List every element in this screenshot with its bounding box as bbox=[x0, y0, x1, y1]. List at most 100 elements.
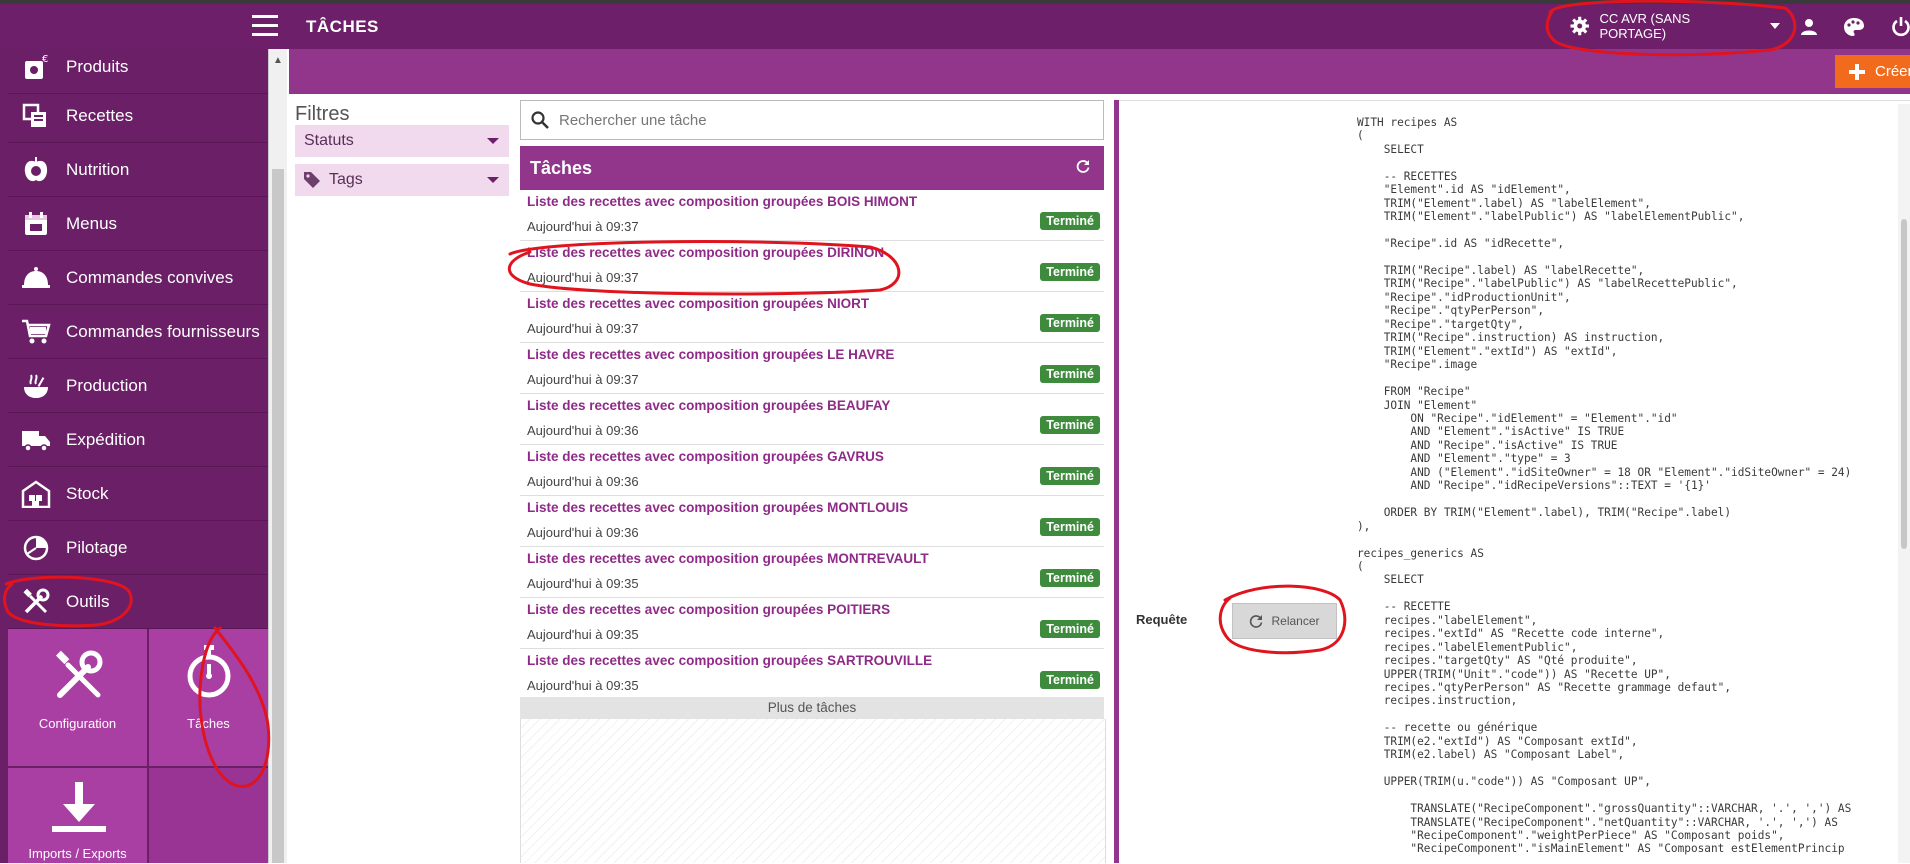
filters-title: Filtres bbox=[295, 103, 350, 125]
sidebar-item-menus[interactable]: Menus bbox=[8, 197, 268, 251]
task-date: Aujourd'hui à 09:36 bbox=[527, 525, 639, 540]
task-row[interactable]: Liste des recettes avec composition grou… bbox=[520, 445, 1104, 496]
tools-icon bbox=[16, 584, 56, 620]
detail-scrollbar[interactable] bbox=[1898, 104, 1910, 863]
sql-query-text: WITH recipes AS ( SELECT -- RECETTES "El… bbox=[1357, 116, 1852, 856]
scrollbar-thumb[interactable] bbox=[272, 169, 284, 863]
task-row[interactable]: Liste des recettes avec composition grou… bbox=[520, 292, 1104, 343]
task-row[interactable]: Liste des recettes avec composition grou… bbox=[520, 547, 1104, 598]
task-title[interactable]: Liste des recettes avec composition grou… bbox=[527, 653, 932, 668]
sidebar-item-commandes-convives[interactable]: Commandes convives bbox=[8, 251, 268, 305]
task-title[interactable]: Liste des recettes avec composition grou… bbox=[527, 500, 908, 515]
task-row[interactable]: Liste des recettes avec composition grou… bbox=[520, 343, 1104, 394]
tasks-header-title: Tâches bbox=[530, 158, 593, 178]
statut-filter-label: Statuts bbox=[304, 132, 354, 149]
relaunch-button[interactable]: Relancer bbox=[1232, 603, 1337, 639]
sidebar-scrollbar[interactable]: ▲ bbox=[268, 49, 287, 863]
create-button-label: Créer bbox=[1875, 63, 1910, 80]
status-badge: Terminé bbox=[1040, 518, 1100, 536]
palette-icon[interactable] bbox=[1843, 17, 1865, 37]
sidebar-item-label: Nutrition bbox=[66, 159, 130, 179]
task-date: Aujourd'hui à 09:37 bbox=[527, 372, 639, 387]
statut-filter-dropdown[interactable]: Statuts bbox=[295, 125, 509, 157]
sidebar-item-commandes-fournisseurs[interactable]: Commandes fournisseurs bbox=[8, 305, 268, 359]
sidebar-item-recettes[interactable]: Recettes bbox=[8, 89, 268, 143]
task-title[interactable]: Liste des recettes avec composition grou… bbox=[527, 449, 884, 464]
refresh-icon[interactable] bbox=[1076, 159, 1090, 173]
task-date: Aujourd'hui à 09:37 bbox=[527, 270, 639, 285]
download-icon bbox=[52, 782, 106, 832]
tile-imports-exports[interactable]: Imports / Exports bbox=[8, 768, 147, 863]
tile-taches[interactable]: Tâches bbox=[149, 629, 268, 766]
task-row[interactable]: Liste des recettes avec composition grou… bbox=[520, 649, 1104, 700]
power-icon[interactable] bbox=[1892, 17, 1910, 37]
task-title[interactable]: Liste des recettes avec composition grou… bbox=[527, 551, 929, 566]
action-bar bbox=[289, 49, 1910, 94]
status-badge: Terminé bbox=[1040, 467, 1100, 485]
sidebar-item-production[interactable]: Production bbox=[8, 359, 268, 413]
status-badge: Terminé bbox=[1040, 620, 1100, 638]
user-icon[interactable] bbox=[1800, 18, 1818, 36]
site-selector-label: CC AVR (SANS PORTAGE) bbox=[1599, 11, 1691, 41]
task-row[interactable]: Liste des recettes avec composition grou… bbox=[520, 496, 1104, 547]
tag-icon bbox=[304, 172, 320, 188]
products-icon: € bbox=[16, 49, 56, 85]
sidebar-item-label: Commandes convives bbox=[66, 267, 234, 287]
sidebar-item-expedition[interactable]: Expédition bbox=[8, 413, 268, 467]
create-button[interactable]: Créer bbox=[1835, 55, 1910, 88]
task-title[interactable]: Liste des recettes avec composition grou… bbox=[527, 398, 890, 413]
task-date: Aujourd'hui à 09:36 bbox=[527, 474, 639, 489]
task-date: Aujourd'hui à 09:36 bbox=[527, 423, 639, 438]
sidebar-item-stock[interactable]: Stock bbox=[8, 467, 268, 521]
task-title[interactable]: Liste des recettes avec composition grou… bbox=[527, 347, 894, 362]
cart-icon bbox=[16, 314, 56, 350]
hamburger-menu-button[interactable] bbox=[252, 15, 278, 37]
scrollbar-thumb[interactable] bbox=[1901, 219, 1907, 549]
sidebar-item-produits[interactable]: € Produits bbox=[8, 49, 268, 94]
pie-chart-icon bbox=[16, 530, 56, 566]
sidebar-item-label: Menus bbox=[66, 213, 118, 233]
sidebar-item-label: Production bbox=[66, 375, 148, 395]
sidebar-item-label: Recettes bbox=[66, 105, 134, 125]
top-bar: TÂCHES CC AVR (SANS PORTAGE) bbox=[0, 4, 1910, 49]
refresh-icon bbox=[1250, 615, 1263, 628]
task-date: Aujourd'hui à 09:35 bbox=[527, 627, 639, 642]
svg-text:€: € bbox=[42, 54, 48, 65]
relaunch-button-label: Relancer bbox=[1271, 614, 1320, 628]
task-title[interactable]: Liste des recettes avec composition grou… bbox=[527, 296, 869, 311]
site-selector[interactable]: CC AVR (SANS PORTAGE) bbox=[1570, 11, 1780, 41]
request-label: Requête bbox=[1136, 612, 1188, 627]
search-icon bbox=[531, 111, 549, 129]
wrench-screwdriver-icon bbox=[55, 650, 103, 698]
more-tasks-button[interactable]: Plus de tâches bbox=[520, 697, 1104, 719]
task-title[interactable]: Liste des recettes avec composition grou… bbox=[527, 194, 917, 209]
menus-icon bbox=[16, 206, 56, 242]
task-row[interactable]: Liste des recettes avec composition grou… bbox=[520, 241, 1104, 292]
sidebar-item-nutrition[interactable]: Nutrition bbox=[8, 143, 268, 197]
sidebar-item-label: Pilotage bbox=[66, 537, 128, 557]
bell-icon bbox=[16, 260, 56, 296]
gear-icon bbox=[1570, 16, 1589, 36]
cooking-pot-icon bbox=[16, 368, 56, 404]
status-badge: Terminé bbox=[1040, 263, 1100, 281]
task-date: Aujourd'hui à 09:35 bbox=[527, 576, 639, 591]
scroll-up-arrow-icon[interactable]: ▲ bbox=[273, 55, 283, 66]
sidebar-item-pilotage[interactable]: Pilotage bbox=[8, 521, 268, 575]
tasks-panel-header: Tâches bbox=[520, 146, 1104, 190]
status-badge: Terminé bbox=[1040, 314, 1100, 332]
task-row[interactable]: Liste des recettes avec composition grou… bbox=[520, 598, 1104, 649]
task-title[interactable]: Liste des recettes avec composition grou… bbox=[527, 245, 884, 260]
task-row[interactable]: Liste des recettes avec composition grou… bbox=[520, 190, 1104, 241]
status-badge: Terminé bbox=[1040, 416, 1100, 434]
warehouse-icon bbox=[16, 476, 56, 512]
sidebar-item-outils[interactable]: Outils bbox=[8, 575, 268, 629]
tile-label: Configuration bbox=[38, 716, 117, 731]
tile-configuration[interactable]: Configuration bbox=[8, 629, 147, 766]
task-title[interactable]: Liste des recettes avec composition grou… bbox=[527, 602, 890, 617]
search-task-input[interactable]: Rechercher une tâche bbox=[520, 100, 1104, 140]
tags-filter-dropdown[interactable]: Tags bbox=[295, 164, 509, 196]
nutrition-icon bbox=[16, 152, 56, 188]
truck-icon bbox=[16, 422, 56, 458]
task-row[interactable]: Liste des recettes avec composition grou… bbox=[520, 394, 1104, 445]
plus-icon bbox=[1849, 63, 1865, 80]
